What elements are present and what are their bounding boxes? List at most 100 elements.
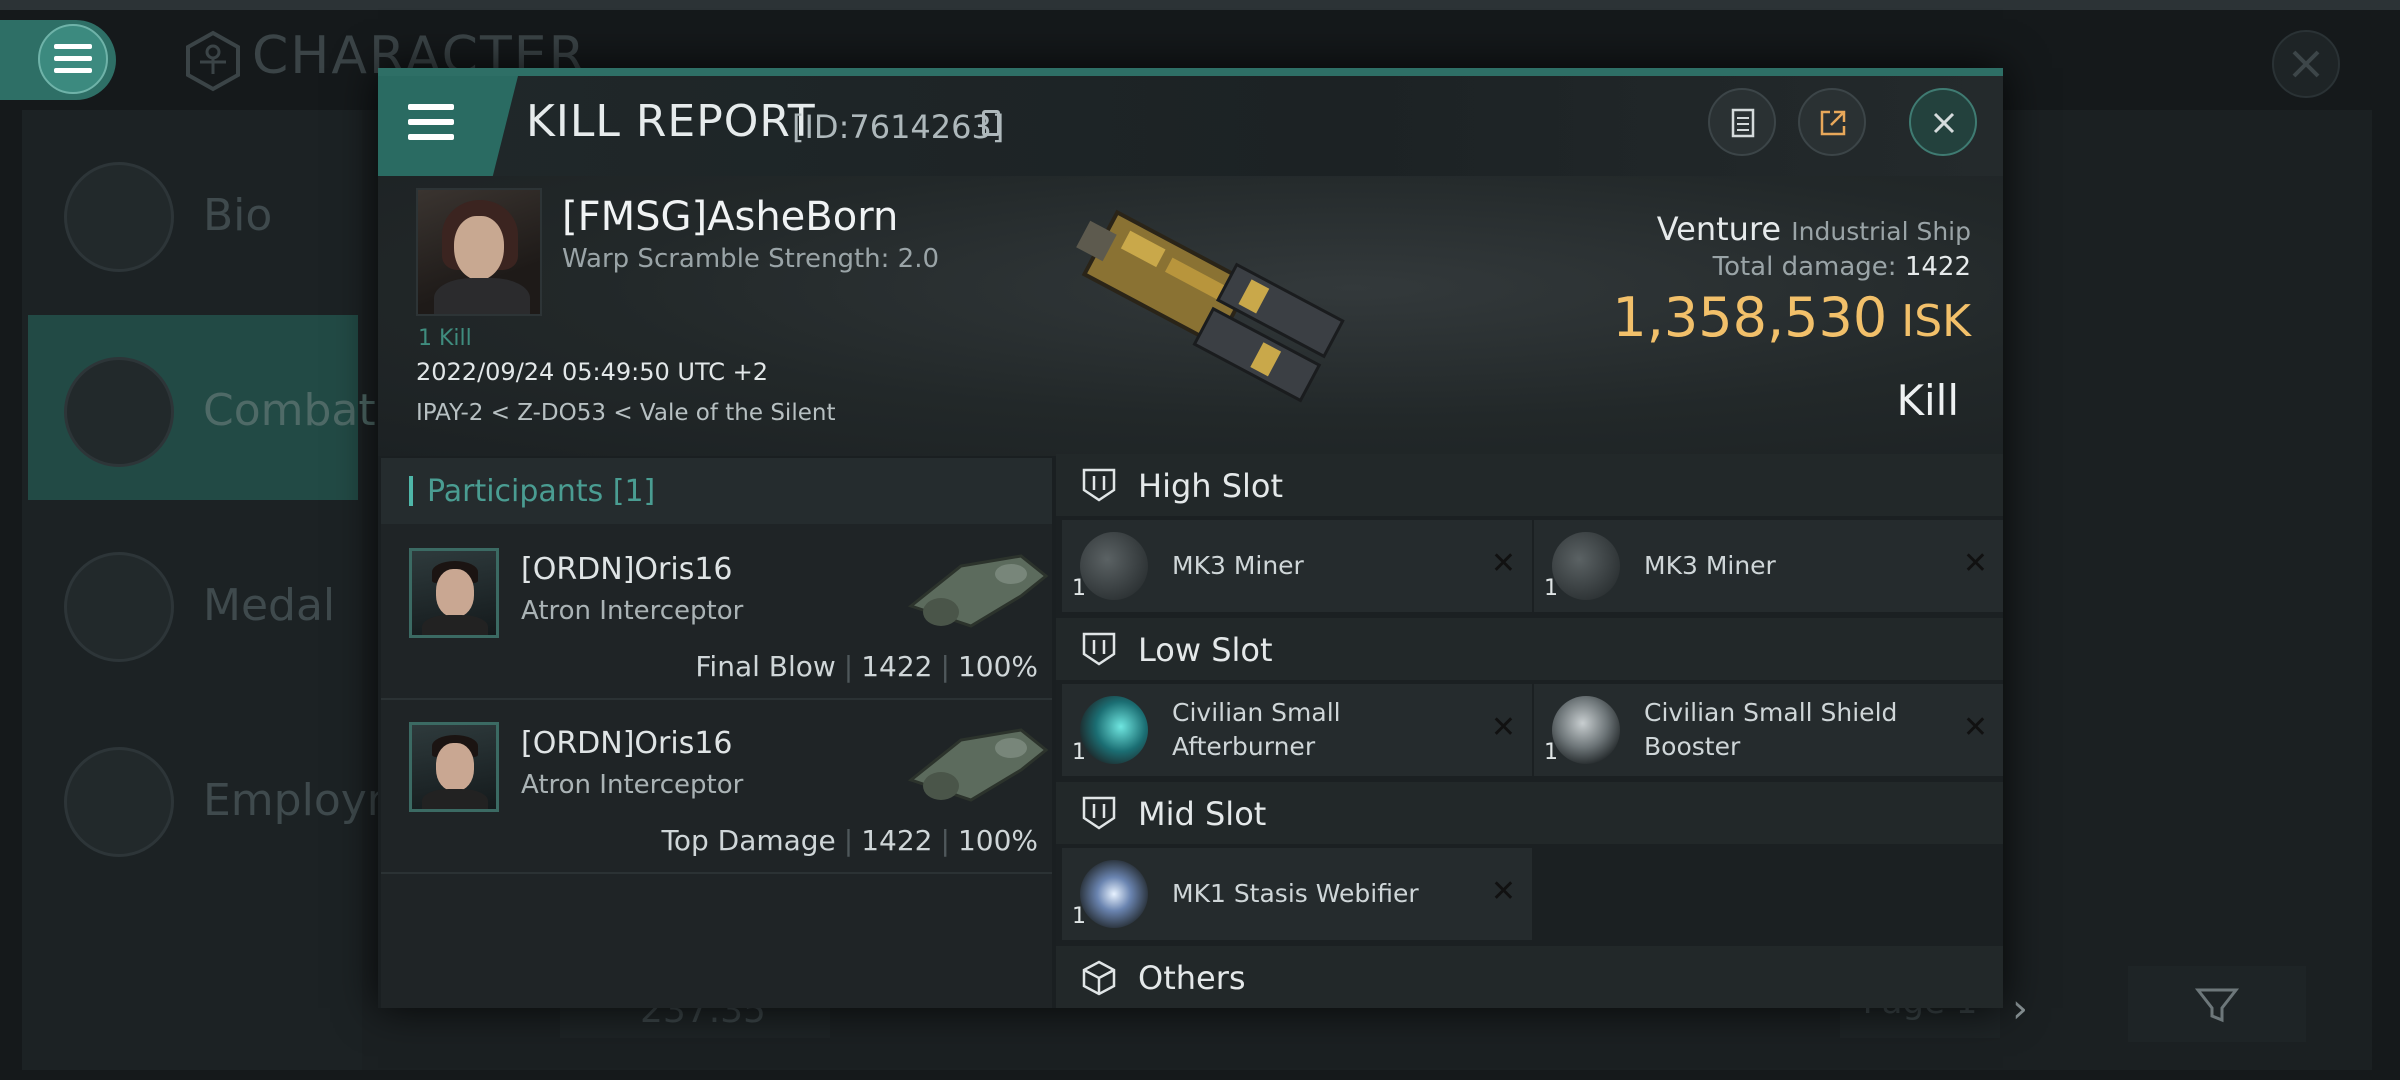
victim-portrait[interactable] [416, 188, 542, 316]
destroyed-mark-icon: ✕ [1490, 546, 1516, 581]
hamburger-icon [408, 104, 454, 140]
fitting-panel: High Slot 1 MK3 Miner ✕ 1 MK3 Miner ✕ Lo… [1056, 454, 2003, 1008]
low-slot-icon [1082, 632, 1116, 666]
participant-percent: 100% [957, 824, 1038, 857]
afterburner-icon [1080, 696, 1148, 764]
destroyed-mark-icon: ✕ [1490, 710, 1516, 745]
victim-summary: [FMSG]AsheBorn Warp Scramble Strength: 2… [378, 176, 2003, 456]
module-qty: 1 [1072, 904, 1086, 929]
sidebar-item-label: Medal [203, 580, 336, 631]
module-item[interactable]: 1 MK3 Miner ✕ [1534, 520, 2003, 612]
kill-report-modal: KILL REPORT [ID:7614263] [FMSG]AsheBorn … [378, 68, 2003, 1008]
total-damage-label: Total damage: [1712, 252, 1897, 282]
medal-icon [64, 552, 174, 662]
participant-stats: Top Damage | 1422 | 100% [661, 824, 1038, 857]
isk-value: 1,358,530 ISK [1612, 286, 1971, 349]
log-button[interactable] [1708, 88, 1776, 156]
module-name-line: Booster [1644, 732, 1741, 761]
top-border [0, 0, 2400, 10]
close-icon [1933, 112, 1955, 134]
participant-portrait[interactable] [409, 548, 499, 638]
participants-header: Participants [1] [381, 458, 1052, 524]
participant-damage: 1422 [861, 824, 933, 857]
module-item[interactable]: 1 Civilian Small Afterburner ✕ [1062, 684, 1532, 776]
miner-icon [1552, 532, 1620, 600]
mid-slot-header: Mid Slot [1056, 782, 2003, 844]
atron-ship-image [907, 554, 1049, 628]
shield-booster-icon [1552, 696, 1620, 764]
combat-icon [64, 357, 174, 467]
mid-slot-icon [1082, 796, 1116, 830]
slot-label: Mid Slot [1138, 795, 1267, 833]
destroyed-mark-icon: ✕ [1962, 546, 1988, 581]
ship-class: Industrial Ship [1791, 217, 1971, 246]
module-name-line: Civilian Small [1172, 698, 1341, 727]
module-item[interactable]: 1 MK1 Stasis Webifier ✕ [1062, 848, 1532, 940]
module-qty: 1 [1072, 576, 1086, 601]
participant-role: Top Damage [661, 824, 836, 857]
victim-kill-count: 1 Kill [418, 326, 472, 351]
others-header: Others [1056, 946, 2003, 1008]
kill-location: IPAY-2 < Z-DO53 < Vale of the Silent [416, 400, 836, 426]
kill-datetime: 2022/09/24 05:49:50 UTC +2 [416, 358, 768, 386]
atron-ship-image [907, 728, 1049, 802]
participant-name: [ORDN]Oris16 [521, 552, 733, 587]
participant-stats: Final Blow | 1422 | 100% [695, 650, 1038, 683]
victim-name[interactable]: [FMSG]AsheBorn [562, 194, 898, 240]
share-button[interactable] [1798, 88, 1866, 156]
sidebar-item-employment[interactable]: Employment [28, 705, 482, 890]
module-qty: 1 [1544, 576, 1558, 601]
module-item[interactable]: 1 Civilian Small Shield Booster ✕ [1534, 684, 2003, 776]
participant-ship: Atron Interceptor [521, 770, 744, 800]
participant-role: Final Blow [695, 650, 836, 683]
close-button[interactable] [1909, 88, 1977, 156]
warp-scramble-strength: Warp Scramble Strength: 2.0 [562, 244, 940, 274]
sidebar-item-bio[interactable]: Bio [28, 120, 358, 305]
cargo-box-icon [1082, 960, 1116, 996]
participant-row[interactable]: [ORDN]Oris16 Atron Interceptor Top Damag… [381, 700, 1052, 874]
participants-panel: Participants [1] [ORDN]Oris16 Atron Inte… [381, 458, 1052, 1008]
participant-name: [ORDN]Oris16 [521, 726, 733, 761]
module-name: Civilian Small Shield Booster [1644, 696, 1897, 764]
close-icon [2292, 50, 2320, 78]
sidebar-item-label: Bio [203, 190, 273, 241]
participants-title: Participants [1] [427, 474, 656, 509]
header-accent-bar [409, 476, 413, 506]
bg-close-button[interactable] [2272, 30, 2340, 98]
character-icon [186, 30, 240, 92]
hamburger-icon [54, 44, 92, 74]
module-item[interactable]: 1 MK3 Miner ✕ [1062, 520, 1532, 612]
filter-button[interactable] [2128, 966, 2306, 1042]
main-menu-button[interactable] [0, 20, 116, 100]
stasis-webifier-icon [1080, 860, 1148, 928]
report-id: [ID:7614263] [792, 108, 1005, 146]
total-damage-value: 1422 [1904, 252, 1971, 282]
filter-icon [2194, 988, 2240, 1023]
module-name: MK1 Stasis Webifier [1172, 879, 1419, 908]
copy-id-icon[interactable] [982, 110, 1000, 136]
participant-ship: Atron Interceptor [521, 596, 744, 626]
destroyed-mark-icon: ✕ [1962, 710, 1988, 745]
next-page-icon[interactable]: › [2012, 986, 2028, 1032]
participant-portrait[interactable] [409, 722, 499, 812]
sidebar-item-medal[interactable]: Medal [28, 510, 358, 695]
modal-top-accent [378, 68, 2003, 76]
participant-row[interactable]: [ORDN]Oris16 Atron Interceptor Final Blo… [381, 526, 1052, 700]
destroyed-mark-icon: ✕ [1490, 874, 1516, 909]
isk-amount: 1,358,530 [1612, 286, 1888, 349]
venture-ship-image [1076, 209, 1345, 403]
participant-percent: 100% [957, 650, 1038, 683]
victim-ship: Venture Industrial Ship [1657, 210, 1971, 248]
participant-damage: 1422 [861, 650, 933, 683]
module-name: MK3 Miner [1172, 551, 1304, 580]
ship-name: Venture [1656, 210, 1782, 248]
employment-icon [64, 747, 174, 857]
slot-label: Others [1138, 959, 1246, 997]
bio-icon [64, 162, 174, 272]
module-name: Civilian Small Afterburner [1172, 696, 1341, 764]
total-damage: Total damage: 1422 [1713, 252, 1971, 282]
sidebar-item-combat-log[interactable]: Combat Log [28, 315, 468, 500]
high-slot-header: High Slot [1056, 454, 2003, 516]
module-name-line: Afterburner [1172, 732, 1316, 761]
clipboard-icon [1731, 108, 1755, 138]
